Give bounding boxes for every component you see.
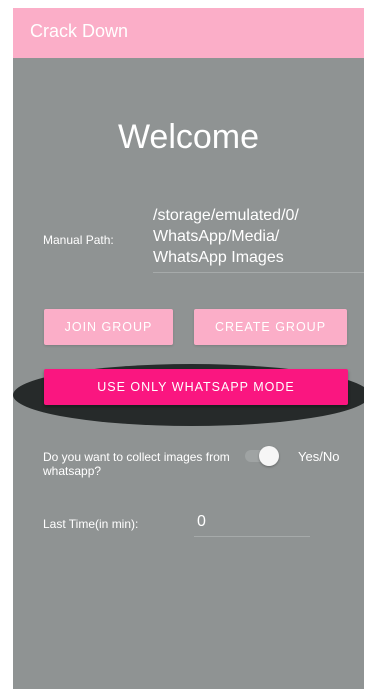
collect-images-label: Do you want to collect images from whats… [43, 450, 230, 478]
app-title: Crack Down [30, 21, 129, 41]
manual-path-label: Manual Path: [43, 233, 114, 247]
toggle-yes-no-label: Yes/No [298, 449, 340, 464]
last-time-input[interactable]: 0 [197, 513, 206, 531]
last-time-label: Last Time(in min): [43, 517, 139, 531]
last-time-underline [194, 536, 310, 537]
toggle-thumb [259, 446, 279, 466]
welcome-heading: Welcome [117, 118, 260, 156]
manual-path-input[interactable]: /storage/emulated/0/ WhatsApp/Media/ Wha… [153, 205, 358, 268]
app-bar: Crack Down [13, 8, 364, 58]
join-group-button[interactable]: JOIN GROUP [44, 309, 173, 345]
whatsapp-mode-button[interactable]: USE ONLY WHATSAPP MODE [44, 369, 348, 405]
create-group-button[interactable]: CREATE GROUP [194, 309, 347, 345]
collect-images-toggle[interactable] [245, 446, 279, 466]
app-screen: Crack Down Welcome Manual Path: /storage… [13, 8, 364, 689]
manual-path-underline [153, 272, 364, 273]
